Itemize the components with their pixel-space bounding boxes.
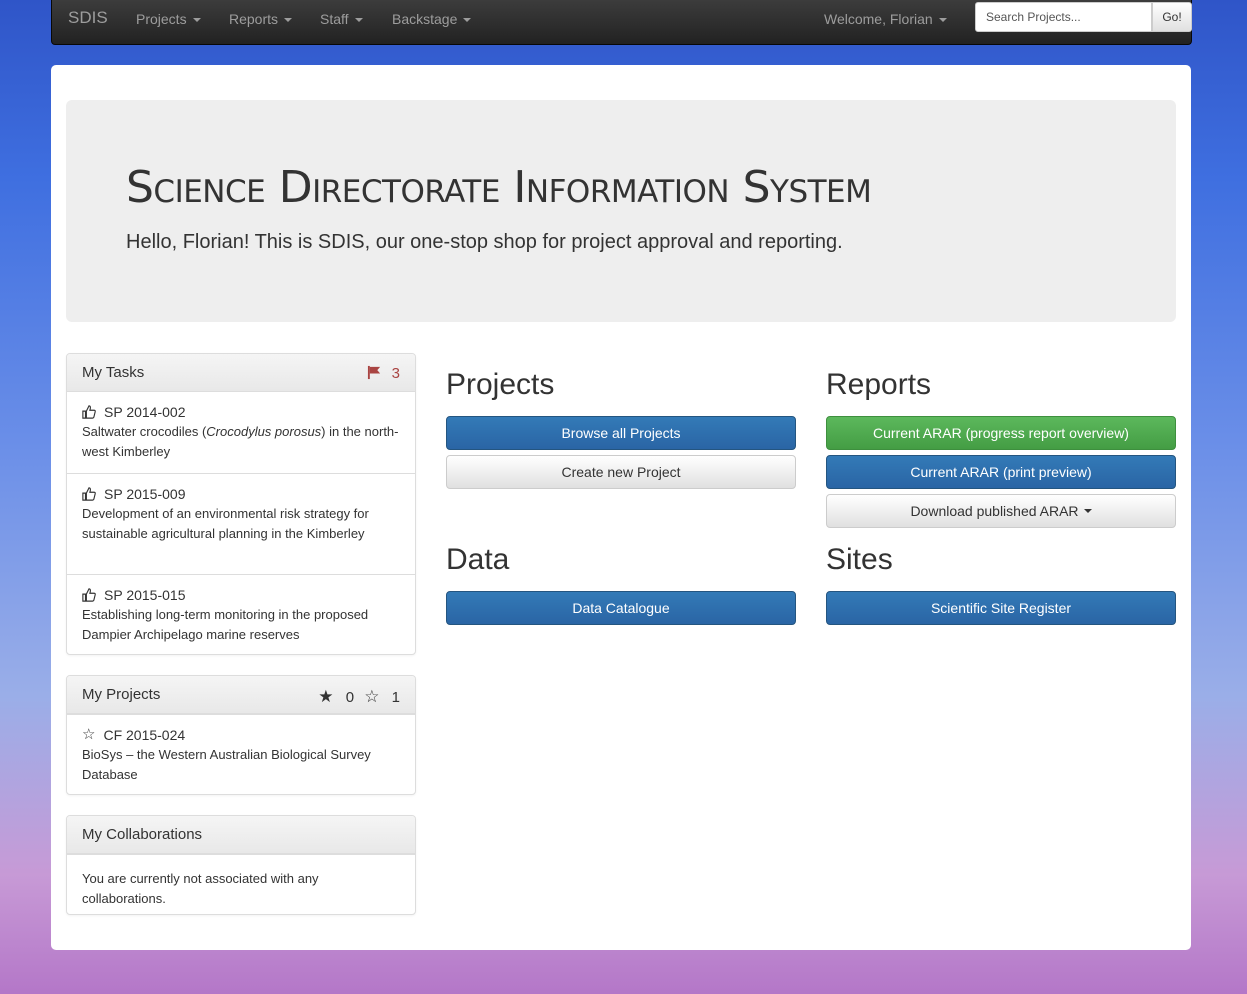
star-filled-icon: ★ bbox=[318, 687, 334, 706]
panel-heading: My Tasks 3 bbox=[67, 354, 415, 392]
browse-projects-button[interactable]: Browse all Projects bbox=[446, 416, 796, 450]
projects-heading: Projects bbox=[446, 368, 555, 401]
task-count: 3 bbox=[391, 365, 400, 382]
panel-title: My Collaborations bbox=[82, 826, 203, 843]
item-code-row: SP 2014-002 bbox=[82, 402, 400, 422]
page-title: Science Directorate Information System bbox=[126, 162, 872, 213]
task-list: SP 2014-002 Saltwater crocodiles (Crocod… bbox=[67, 392, 415, 654]
search-go-button[interactable]: Go! bbox=[1152, 2, 1192, 32]
data-heading: Data bbox=[446, 543, 510, 576]
panel-title: My Projects bbox=[82, 686, 161, 703]
flag-icon bbox=[367, 365, 380, 380]
download-arar-label: Download published ARAR bbox=[910, 503, 1079, 519]
unstarred-count: 1 bbox=[391, 689, 400, 706]
data-catalogue-button[interactable]: Data Catalogue bbox=[446, 591, 796, 625]
chevron-down-icon bbox=[463, 18, 472, 23]
thumbs-up-icon bbox=[82, 487, 96, 501]
site-register-button[interactable]: Scientific Site Register bbox=[826, 591, 1176, 625]
task-text-part: Saltwater crocodiles ( bbox=[82, 424, 207, 439]
item-code-row: SP 2015-009 bbox=[82, 484, 400, 504]
hero-banner: Science Directorate Information System H… bbox=[66, 100, 1176, 322]
project-count-badges: ★ 0 ☆ 1 bbox=[318, 687, 400, 707]
empty-message: You are currently not associated with an… bbox=[82, 871, 319, 906]
task-code: SP 2015-015 bbox=[104, 587, 186, 603]
panel-heading: My Projects ★ 0 ☆ 1 bbox=[67, 676, 415, 714]
task-code: SP 2015-009 bbox=[104, 486, 186, 502]
panel-title: My Tasks bbox=[82, 364, 145, 381]
search-input[interactable] bbox=[975, 2, 1152, 32]
arar-print-button[interactable]: Current ARAR (print preview) bbox=[826, 455, 1176, 489]
star-outline-icon: ☆ bbox=[364, 687, 380, 706]
list-item[interactable]: SP 2015-015 Establishing long-term monit… bbox=[67, 574, 415, 654]
panel-heading: My Collaborations bbox=[67, 816, 415, 854]
species-name: Crocodylus porosus bbox=[206, 424, 322, 439]
list-item[interactable]: SP 2014-002 Saltwater crocodiles (Crocod… bbox=[67, 392, 415, 473]
download-arar-dropdown[interactable]: Download published ARAR bbox=[826, 494, 1176, 528]
nav-reports-dropdown[interactable]: Reports bbox=[229, 11, 293, 27]
star-outline-icon: ☆ bbox=[82, 726, 96, 743]
nav-backstage-dropdown[interactable]: Backstage bbox=[392, 11, 472, 27]
thumbs-up-icon bbox=[82, 405, 96, 419]
nav-reports-label: Reports bbox=[229, 11, 279, 27]
item-code-row: SP 2015-015 bbox=[82, 585, 400, 605]
brand-link[interactable]: SDIS bbox=[68, 8, 108, 28]
my-tasks-panel: My Tasks 3 SP 2014-002 Saltwater crocodi… bbox=[66, 353, 416, 655]
page-subtitle: Hello, Florian! This is SDIS, our one-st… bbox=[126, 231, 843, 253]
list-item[interactable]: ☆ CF 2015-024 BioSys – the Western Austr… bbox=[67, 714, 415, 794]
chevron-down-icon bbox=[1083, 509, 1092, 513]
nav-staff-dropdown[interactable]: Staff bbox=[320, 11, 363, 27]
list-item[interactable]: SP 2015-009 Development of an environmen… bbox=[67, 473, 415, 574]
user-menu-dropdown[interactable]: Welcome, Florian bbox=[824, 11, 947, 27]
nav-projects-label: Projects bbox=[136, 11, 187, 27]
task-description: Establishing long-term monitoring in the… bbox=[82, 607, 369, 642]
main-container: Science Directorate Information System H… bbox=[51, 65, 1191, 950]
create-project-button[interactable]: Create new Project bbox=[446, 455, 796, 489]
task-count-badge: 3 bbox=[367, 365, 400, 382]
collaborations-empty-text: You are currently not associated with an… bbox=[67, 854, 415, 919]
chevron-down-icon bbox=[938, 18, 947, 23]
item-code-row: ☆ CF 2015-024 bbox=[82, 725, 400, 745]
top-navbar: SDIS Projects Reports Staff Backstage We… bbox=[51, 0, 1192, 45]
chevron-down-icon bbox=[284, 18, 293, 23]
chevron-down-icon bbox=[192, 18, 201, 23]
arar-overview-button[interactable]: Current ARAR (progress report overview) bbox=[826, 416, 1176, 450]
reports-heading: Reports bbox=[826, 368, 932, 401]
thumbs-up-icon bbox=[82, 588, 96, 602]
nav-staff-label: Staff bbox=[320, 11, 349, 27]
starred-count: 0 bbox=[345, 689, 355, 706]
chevron-down-icon bbox=[354, 18, 363, 23]
nav-projects-dropdown[interactable]: Projects bbox=[136, 11, 201, 27]
my-collaborations-panel: My Collaborations You are currently not … bbox=[66, 815, 416, 915]
sites-heading: Sites bbox=[826, 543, 893, 576]
task-description: Saltwater crocodiles (Crocodylus porosus… bbox=[82, 422, 400, 462]
welcome-label: Welcome, Florian bbox=[824, 11, 933, 27]
task-code: SP 2014-002 bbox=[104, 404, 186, 420]
project-description: BioSys – the Western Australian Biologic… bbox=[82, 747, 371, 782]
task-description: Development of an environmental risk str… bbox=[82, 506, 369, 541]
nav-backstage-label: Backstage bbox=[392, 11, 458, 27]
project-code: CF 2015-024 bbox=[103, 727, 186, 743]
my-projects-panel: My Projects ★ 0 ☆ 1 ☆ CF 2015-024 BioSys… bbox=[66, 675, 416, 795]
